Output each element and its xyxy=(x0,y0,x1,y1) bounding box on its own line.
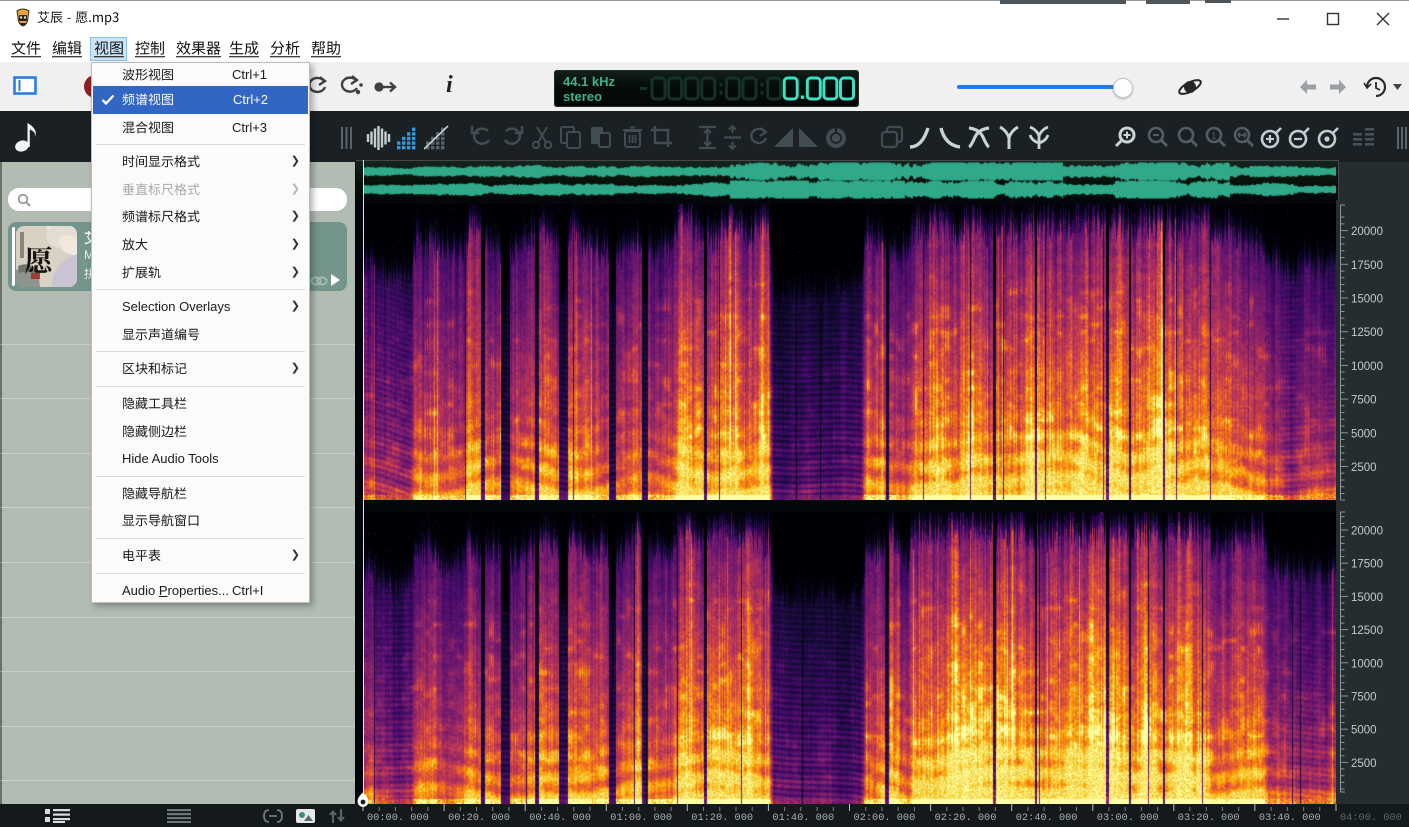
svg-text:15000: 15000 xyxy=(1351,592,1383,604)
svg-text:02:00. 000: 02:00. 000 xyxy=(854,812,916,824)
svg-text:01:20. 000: 01:20. 000 xyxy=(691,812,753,824)
svg-text:7500: 7500 xyxy=(1351,692,1377,704)
svg-text:2500: 2500 xyxy=(1351,758,1377,770)
svg-text:00:20. 000: 00:20. 000 xyxy=(448,812,510,824)
svg-text:03:00. 000: 03:00. 000 xyxy=(1097,812,1159,824)
svg-text:20000: 20000 xyxy=(1351,226,1383,238)
svg-text:7500: 7500 xyxy=(1351,395,1377,407)
svg-text:02:40. 000: 02:40. 000 xyxy=(1016,812,1078,824)
svg-text:2500: 2500 xyxy=(1351,462,1377,474)
svg-text:10000: 10000 xyxy=(1351,658,1383,670)
svg-text:02:20. 000: 02:20. 000 xyxy=(935,812,997,824)
svg-text:00:40. 000: 00:40. 000 xyxy=(529,812,591,824)
svg-text:5000: 5000 xyxy=(1351,428,1377,440)
svg-text:15000: 15000 xyxy=(1351,294,1383,306)
svg-text:17500: 17500 xyxy=(1351,559,1383,571)
svg-text:12500: 12500 xyxy=(1351,625,1383,637)
svg-text:1: 1 xyxy=(1211,131,1217,142)
svg-text:01:40. 000: 01:40. 000 xyxy=(772,812,834,824)
svg-text:17500: 17500 xyxy=(1351,260,1383,272)
svg-text:00:00. 000: 00:00. 000 xyxy=(367,812,429,824)
svg-text:20000: 20000 xyxy=(1351,526,1383,538)
svg-text:10000: 10000 xyxy=(1351,361,1383,373)
svg-text:12500: 12500 xyxy=(1351,327,1383,339)
svg-text:03:40. 000: 03:40. 000 xyxy=(1259,812,1321,824)
svg-text:01:00. 000: 01:00. 000 xyxy=(610,812,672,824)
svg-text:04:00. 000: 04:00. 000 xyxy=(1340,812,1402,824)
svg-text:03:20. 000: 03:20. 000 xyxy=(1178,812,1240,824)
svg-text:5000: 5000 xyxy=(1351,725,1377,737)
